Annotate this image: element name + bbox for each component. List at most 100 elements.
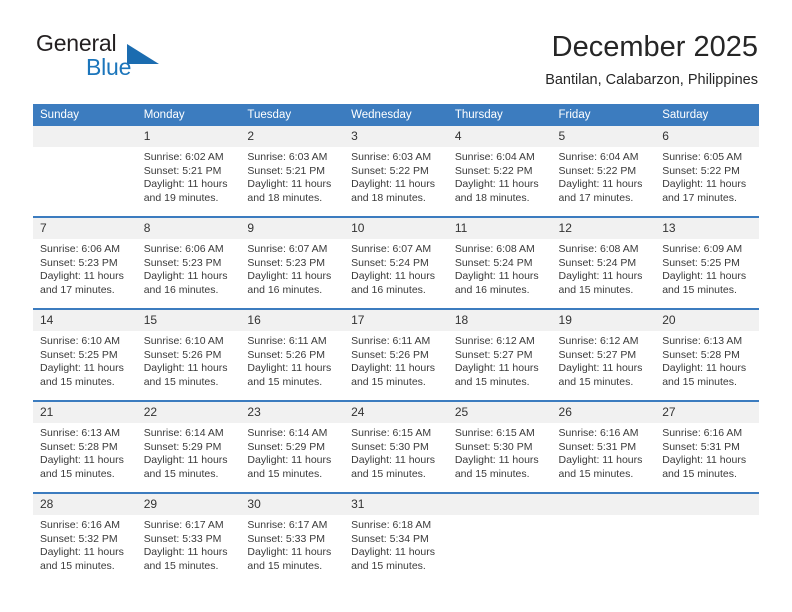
calendar-day-cell[interactable]: 8 Sunrise: 6:06 AM Sunset: 5:23 PM Daylight… — [136, 217, 241, 310]
calendar-day-cell[interactable]: 3 Sunrise: 6:03 AM Sunset: 5:22 PM Daylight… — [344, 126, 448, 218]
calendar-day-cell[interactable]: 14 Sunrise: 6:10 AM Sunset: 5:25 PM Dayligh… — [33, 309, 137, 402]
calendar-day-cell[interactable]: 19 Sunrise: 6:12 AM Sunset: 5:27 PM Dayligh… — [551, 309, 656, 402]
daylight-text-line1: Daylight: 11 hours — [143, 546, 228, 559]
daylight-text-line2: and 15 minutes. — [351, 467, 426, 480]
calendar-day-cell[interactable]: 27 Sunrise: 6:16 AM Sunset: 5:31 PM Dayligh… — [655, 401, 759, 494]
day-number: 5 — [551, 126, 656, 147]
daylight-text-line2: and 15 minutes. — [40, 559, 115, 572]
sunrise-text: Sunrise: 6:07 AM — [351, 243, 432, 255]
daylight-text-line1: Daylight: 11 hours — [454, 178, 539, 191]
calendar-day-cell[interactable]: 29 Sunrise: 6:17 AM Sunset: 5:33 PM Dayligh… — [136, 493, 241, 584]
weekday-header-sunday: Sunday — [33, 104, 137, 126]
calendar-week-row: 7 Sunrise: 6:06 AM Sunset: 5:23 PM Daylight… — [33, 217, 759, 310]
calendar-day-cell[interactable]: 5 Sunrise: 6:04 AM Sunset: 5:22 PM Daylight… — [551, 126, 656, 218]
daylight-text-line1: Daylight: 11 hours — [662, 454, 747, 467]
sunrise-text: Sunrise: 6:03 AM — [351, 151, 432, 163]
sunset-text: Sunset: 5:33 PM — [143, 532, 222, 545]
sunset-text: Sunset: 5:30 PM — [351, 440, 429, 453]
calendar-day-cell[interactable]: 11 Sunrise: 6:08 AM Sunset: 5:24 PM Dayligh… — [447, 217, 552, 310]
day-details: Sunrise: 6:16 AM Sunset: 5:32 PM Daylight:… — [33, 515, 137, 573]
day-number: 10 — [344, 218, 448, 239]
calendar-day-cell[interactable]: 17 Sunrise: 6:11 AM Sunset: 5:26 PM Dayligh… — [344, 309, 448, 402]
sunrise-text: Sunrise: 6:11 AM — [247, 335, 327, 347]
day-number: 13 — [655, 218, 759, 239]
calendar-day-cell[interactable]: 22 Sunrise: 6:14 AM Sunset: 5:29 PM Dayligh… — [136, 401, 241, 494]
calendar-day-cell[interactable]: 1 Sunrise: 6:02 AM Sunset: 5:21 PM Daylight… — [136, 126, 241, 218]
calendar-day-cell[interactable]: 26 Sunrise: 6:16 AM Sunset: 5:31 PM Dayligh… — [551, 401, 656, 494]
day-details: Sunrise: 6:06 AM Sunset: 5:23 PM Daylight:… — [137, 239, 241, 297]
day-details: Sunrise: 6:11 AM Sunset: 5:26 PM Daylight:… — [344, 331, 448, 389]
calendar-day-cell[interactable]: 30 Sunrise: 6:17 AM Sunset: 5:33 PM Dayligh… — [240, 493, 345, 584]
day-number: 28 — [33, 494, 137, 515]
daylight-text-line1: Daylight: 11 hours — [662, 178, 747, 191]
calendar-day-cell[interactable]: 10 Sunrise: 6:07 AM Sunset: 5:24 PM Dayligh… — [344, 217, 448, 310]
daylight-text-line1: Daylight: 11 hours — [40, 546, 124, 559]
day-details: Sunrise: 6:11 AM Sunset: 5:26 PM Daylight:… — [240, 331, 344, 389]
daylight-text-line1: Daylight: 11 hours — [247, 362, 332, 375]
general-blue-logo[interactable]: General Blue — [34, 30, 184, 86]
daylight-text-line2: and 15 minutes. — [351, 559, 426, 572]
sunrise-text: Sunrise: 6:10 AM — [40, 335, 120, 347]
daylight-text-line2: and 15 minutes. — [247, 559, 323, 572]
day-number: 14 — [33, 310, 137, 331]
calendar-day-cell[interactable]: 2 Sunrise: 6:03 AM Sunset: 5:21 PM Daylight… — [240, 126, 345, 218]
daylight-text-line2: and 15 minutes. — [143, 375, 219, 388]
calendar-header-row: Sunday Monday Tuesday Wednesday Thursday… — [33, 104, 759, 126]
day-details: Sunrise: 6:13 AM Sunset: 5:28 PM Daylight:… — [33, 423, 137, 481]
day-number: 8 — [136, 218, 241, 239]
sunrise-text: Sunrise: 6:04 AM — [454, 151, 535, 163]
calendar-week-row: 1 Sunrise: 6:02 AM Sunset: 5:21 PM Daylight… — [33, 126, 759, 218]
page-header: General Blue December 2025 Bantilan, Cal… — [34, 30, 758, 96]
calendar-day-cell[interactable]: 4 Sunrise: 6:04 AM Sunset: 5:22 PM Daylight… — [447, 126, 552, 218]
sunset-text: Sunset: 5:24 PM — [454, 256, 533, 269]
calendar-day-cell-empty — [655, 493, 759, 584]
sunrise-text: Sunrise: 6:05 AM — [662, 151, 743, 163]
day-details: Sunrise: 6:17 AM Sunset: 5:33 PM Daylight:… — [240, 515, 344, 573]
daylight-text-line1: Daylight: 11 hours — [454, 270, 539, 283]
calendar-day-cell[interactable]: 12 Sunrise: 6:08 AM Sunset: 5:24 PM Dayligh… — [551, 217, 656, 310]
weekday-header-wednesday: Wednesday — [344, 104, 448, 126]
day-number: 15 — [136, 310, 241, 331]
calendar-day-cell[interactable]: 15 Sunrise: 6:10 AM Sunset: 5:26 PM Dayligh… — [136, 309, 241, 402]
calendar-day-cell[interactable]: 20 Sunrise: 6:13 AM Sunset: 5:28 PM Dayligh… — [655, 309, 759, 402]
day-details: Sunrise: 6:13 AM Sunset: 5:28 PM Daylight:… — [655, 331, 759, 389]
day-details: Sunrise: 6:07 AM Sunset: 5:24 PM Daylight:… — [344, 239, 448, 297]
daylight-text-line2: and 16 minutes. — [143, 283, 219, 296]
day-number — [551, 494, 656, 515]
calendar-day-cell[interactable]: 28 Sunrise: 6:16 AM Sunset: 5:32 PM Dayligh… — [33, 493, 137, 584]
calendar-day-cell[interactable]: 21 Sunrise: 6:13 AM Sunset: 5:28 PM Dayligh… — [33, 401, 137, 494]
day-number: 6 — [655, 126, 759, 147]
calendar-day-cell[interactable]: 18 Sunrise: 6:12 AM Sunset: 5:27 PM Dayligh… — [447, 309, 552, 402]
sunrise-text: Sunrise: 6:10 AM — [143, 335, 224, 347]
calendar-body: 1 Sunrise: 6:02 AM Sunset: 5:21 PM Daylight… — [33, 126, 759, 584]
calendar-day-cell[interactable]: 6 Sunrise: 6:05 AM Sunset: 5:22 PM Daylight… — [655, 126, 759, 218]
calendar-day-cell[interactable]: 31 Sunrise: 6:18 AM Sunset: 5:34 PM Dayligh… — [344, 493, 448, 584]
sunrise-text: Sunrise: 6:13 AM — [40, 427, 120, 439]
daylight-text-line2: and 17 minutes. — [40, 283, 115, 296]
calendar-week-row: 28 Sunrise: 6:16 AM Sunset: 5:32 PM Dayligh… — [33, 493, 759, 584]
sunrise-text: Sunrise: 6:06 AM — [40, 243, 120, 255]
daylight-text-line2: and 19 minutes. — [143, 191, 219, 204]
calendar-day-cell[interactable]: 9 Sunrise: 6:07 AM Sunset: 5:23 PM Daylight… — [240, 217, 345, 310]
day-details: Sunrise: 6:14 AM Sunset: 5:29 PM Daylight:… — [137, 423, 241, 481]
calendar-day-cell[interactable]: 23 Sunrise: 6:14 AM Sunset: 5:29 PM Dayligh… — [240, 401, 345, 494]
daylight-text-line2: and 15 minutes. — [558, 375, 634, 388]
day-number: 19 — [551, 310, 656, 331]
calendar-day-cell[interactable]: 13 Sunrise: 6:09 AM Sunset: 5:25 PM Dayligh… — [655, 217, 759, 310]
calendar-day-cell[interactable]: 24 Sunrise: 6:15 AM Sunset: 5:30 PM Dayligh… — [344, 401, 448, 494]
calendar-day-cell[interactable]: 16 Sunrise: 6:11 AM Sunset: 5:26 PM Dayligh… — [240, 309, 345, 402]
sunset-text: Sunset: 5:26 PM — [143, 348, 222, 361]
day-details: Sunrise: 6:04 AM Sunset: 5:22 PM Daylight:… — [448, 147, 552, 205]
calendar-page: General Blue December 2025 Bantilan, Cal… — [0, 0, 792, 612]
sunrise-text: Sunrise: 6:16 AM — [40, 519, 120, 531]
sunrise-text: Sunrise: 6:17 AM — [143, 519, 224, 531]
daylight-text-line2: and 16 minutes. — [247, 283, 323, 296]
daylight-text-line2: and 15 minutes. — [143, 467, 219, 480]
calendar-day-cell[interactable]: 7 Sunrise: 6:06 AM Sunset: 5:23 PM Daylight… — [33, 217, 137, 310]
day-number: 30 — [240, 494, 345, 515]
daylight-text-line2: and 15 minutes. — [143, 559, 219, 572]
daylight-text-line2: and 15 minutes. — [454, 467, 530, 480]
daylight-text-line2: and 17 minutes. — [558, 191, 634, 204]
calendar-day-cell[interactable]: 25 Sunrise: 6:15 AM Sunset: 5:30 PM Dayligh… — [447, 401, 552, 494]
daylight-text-line1: Daylight: 11 hours — [40, 270, 124, 283]
